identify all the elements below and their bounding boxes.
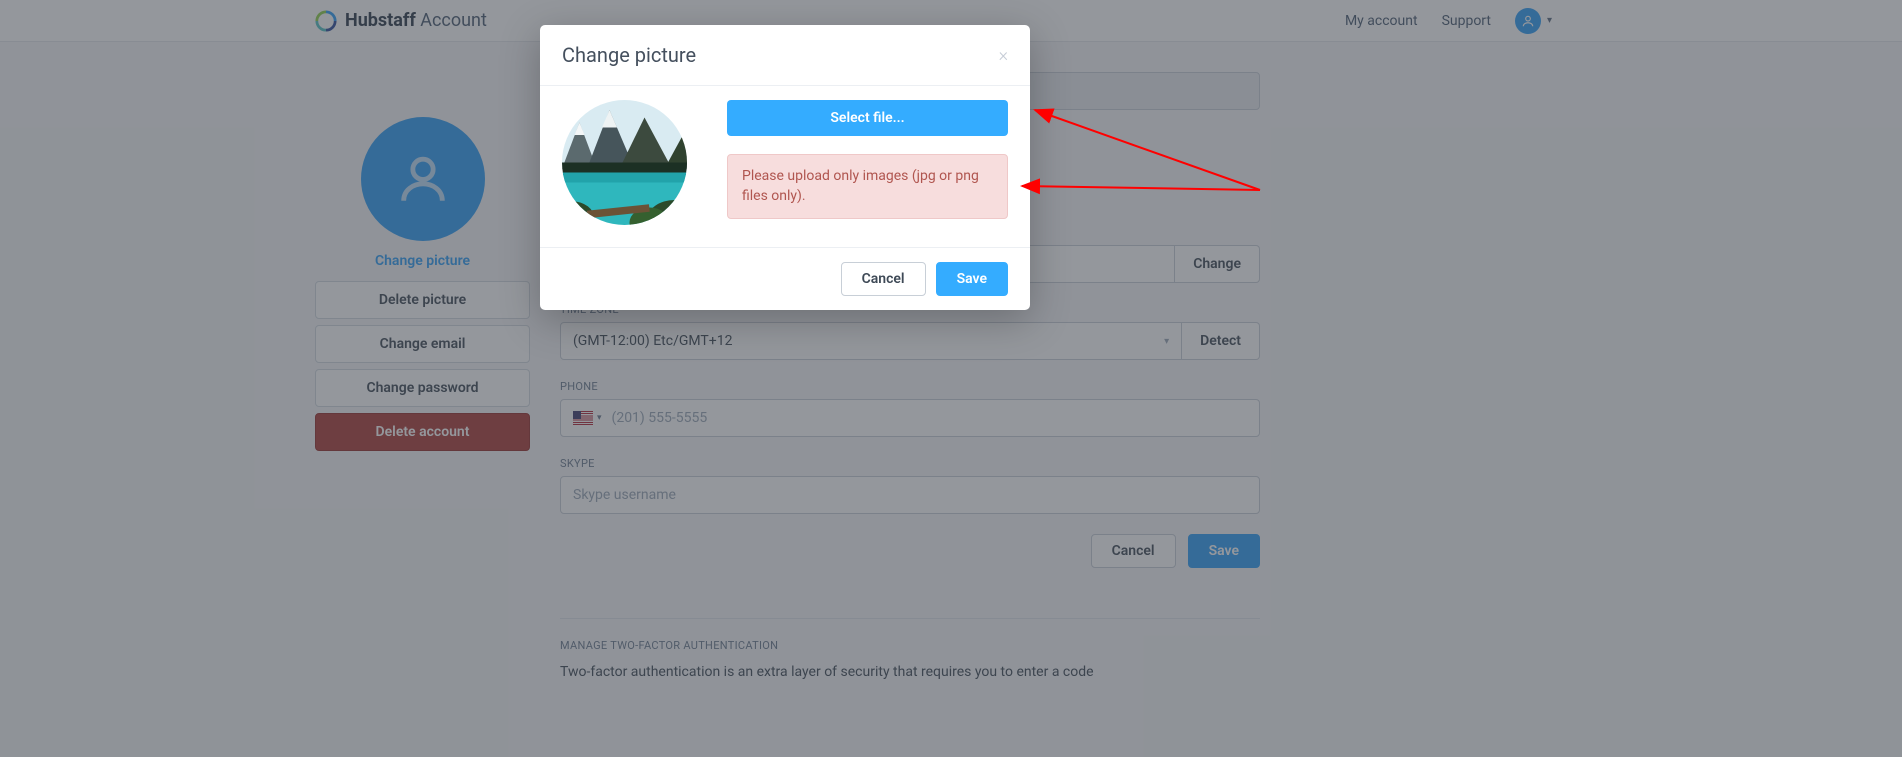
close-icon[interactable]: ×: [999, 45, 1008, 66]
change-picture-modal: Change picture ×: [540, 25, 1030, 310]
picture-preview: [562, 100, 687, 225]
modal-header: Change picture ×: [540, 25, 1030, 86]
modal-footer: Cancel Save: [540, 248, 1030, 310]
upload-column: Select file... Please upload only images…: [727, 100, 1008, 219]
modal-title: Change picture: [562, 43, 696, 67]
select-file-button[interactable]: Select file...: [727, 100, 1008, 136]
modal-save-button[interactable]: Save: [936, 262, 1008, 296]
modal-cancel-button[interactable]: Cancel: [841, 262, 926, 296]
modal-body: Select file... Please upload only images…: [540, 86, 1030, 248]
upload-error-message: Please upload only images (jpg or png fi…: [727, 154, 1008, 219]
